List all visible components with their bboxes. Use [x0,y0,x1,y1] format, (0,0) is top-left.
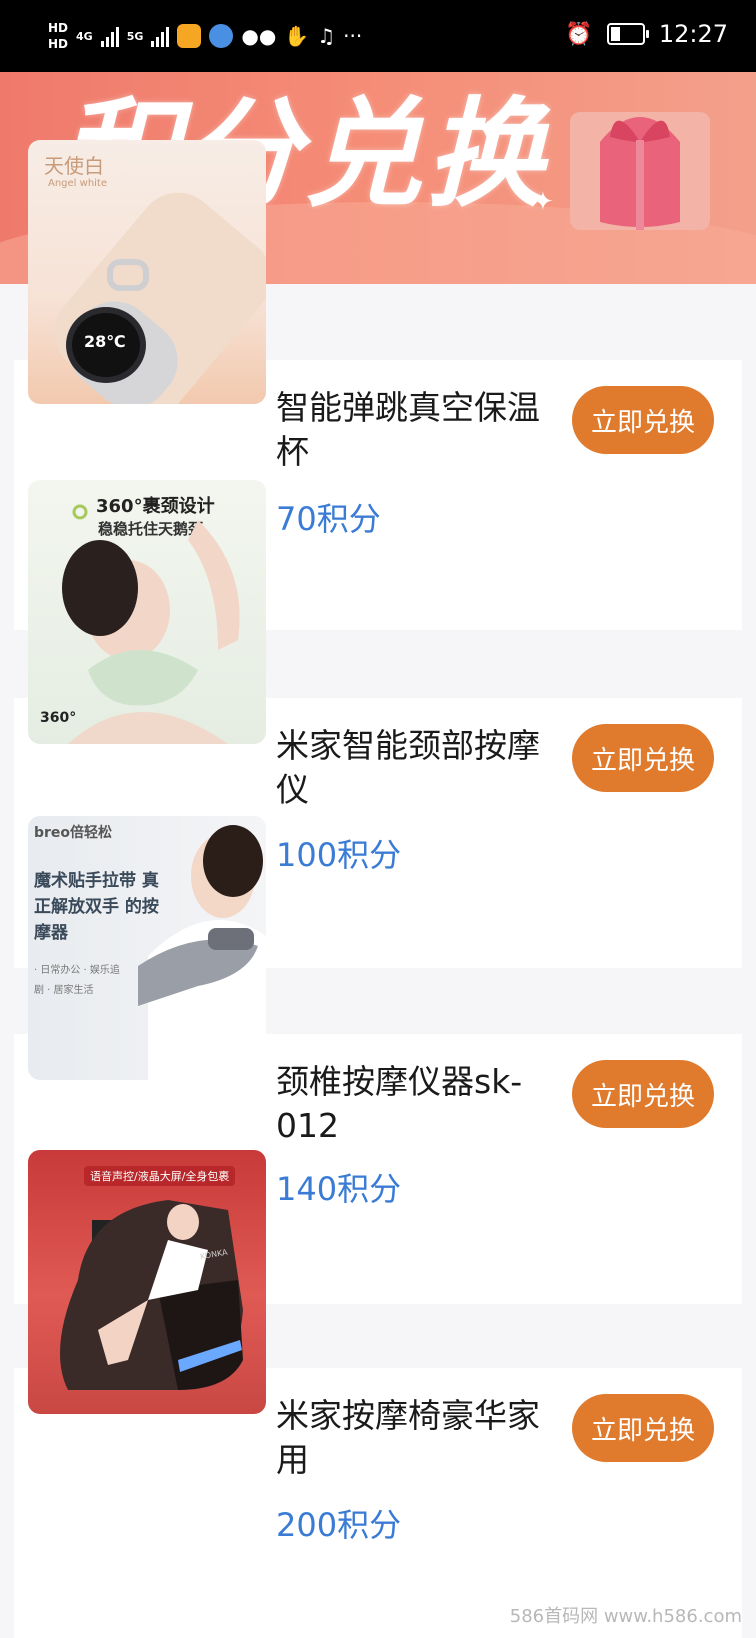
gift-box-icon [570,112,710,230]
thumb-temp-display: 28℃ [84,332,126,351]
product-points: 70积分 [276,500,381,538]
exchange-now-button[interactable]: 立即兑换 [572,1060,714,1128]
battery-icon [606,23,649,45]
weibo-icon [177,24,202,48]
massage-chair-illustration [60,1200,243,1390]
hand-icon: ✋ [284,24,310,48]
product-image[interactable]: 360°裹颈设计 稳稳托住天鹅颈 360° [28,480,266,744]
hd-indicator: HD HD [48,20,68,52]
notification-icon: ♫ [317,24,336,48]
clock-time: 12:27 [658,20,728,48]
exchange-now-button[interactable]: 立即兑换 [572,1394,714,1462]
status-left: HD HD 4G 5G ●● ✋ ♫ ··· [48,20,362,52]
site-watermark: 586首码网 www.h586.com [509,1606,742,1627]
product-image[interactable]: breo倍轻松 魔术贴手拉带 真正解放双手 的按摩器 · 日常办公 · 娱乐追剧… [28,816,266,1080]
product-name: 米家智能颈部按摩仪 [276,726,540,809]
product-image[interactable]: 天使白 Angel white 28℃ [28,140,266,404]
shoulder-massager-illustration [138,825,266,1080]
status-bar: HD HD 4G 5G ●● ✋ ♫ ··· ⏰ 12:27 [0,0,756,72]
alarm-icon: ⏰ [565,21,593,47]
hd-label-1: HD [48,21,69,35]
status-right: ⏰ 12:27 [565,20,728,48]
more-notifications-icon: ··· [343,24,363,48]
product-points: 200积分 [276,1506,402,1544]
browser-icon [209,24,234,48]
neck-massager-illustration [62,504,240,744]
hd-label-2: HD [48,37,69,51]
wechat-icon: ●● [241,24,277,48]
product-name: 智能弹跳真空保温杯 [276,388,540,471]
product-image[interactable]: 语音声控/液晶大屏/全身包裹 KONKA [28,1150,266,1414]
thermos-cup-illustration [54,192,266,404]
signal-strength-icon-2 [151,25,170,47]
exchange-now-button[interactable]: 立即兑换 [572,724,714,792]
exchange-now-button[interactable]: 立即兑换 [572,386,714,454]
signal-strength-icon [100,25,119,47]
network-5g-label: 5G [126,29,144,43]
product-points: 140积分 [276,1170,402,1208]
thumb-360-label: 360° [40,710,77,726]
product-name: 米家按摩椅豪华家用 [276,1396,540,1479]
network-4g-label: 4G [76,29,93,43]
product-points: 100积分 [276,836,402,874]
sparkle-icon: ✦ [532,187,554,217]
product-name: 颈椎按摩仪器sk-012 [276,1062,523,1145]
